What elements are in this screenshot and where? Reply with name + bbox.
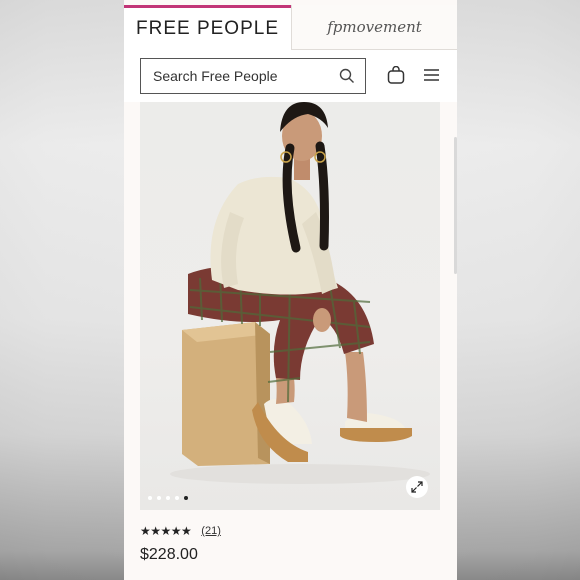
- carousel-dot[interactable]: [157, 496, 161, 500]
- background-blur-left: [0, 0, 124, 580]
- star-rating: ★★★★★: [140, 524, 192, 538]
- search-box[interactable]: [140, 58, 366, 94]
- product-photo: [170, 102, 430, 484]
- mobile-screen: FREE PEOPLE fpmovement Search Free Peopl…: [124, 0, 457, 580]
- brand-tabs: FREE PEOPLE fpmovement: [124, 0, 457, 50]
- product-image[interactable]: [140, 102, 440, 510]
- search-icon[interactable]: [339, 68, 355, 84]
- tab-fp-movement-label: fpmovement: [327, 18, 422, 36]
- hamburger-menu-icon[interactable]: [424, 69, 439, 81]
- tab-fp-movement[interactable]: fpmovement: [291, 5, 457, 50]
- shopping-bag-icon[interactable]: [387, 66, 405, 84]
- background-blur-right: [456, 0, 580, 580]
- carousel-dot-active[interactable]: [184, 496, 188, 500]
- carousel-dot[interactable]: [166, 496, 170, 500]
- product-price: $228.00: [140, 546, 198, 563]
- header: [124, 50, 457, 102]
- tab-free-people-label: FREE PEOPLE: [136, 18, 279, 39]
- tab-free-people[interactable]: FREE PEOPLE: [124, 5, 291, 50]
- search-input[interactable]: [153, 68, 333, 84]
- carousel-dot[interactable]: [175, 496, 179, 500]
- carousel-dot[interactable]: [148, 496, 152, 500]
- review-count-link[interactable]: (21): [201, 525, 221, 537]
- carousel-dots: [148, 496, 188, 500]
- expand-button[interactable]: [406, 476, 428, 498]
- expand-icon: [411, 481, 423, 493]
- rating: ★★★★★ (21): [140, 523, 221, 539]
- scroll-handle[interactable]: [454, 137, 457, 274]
